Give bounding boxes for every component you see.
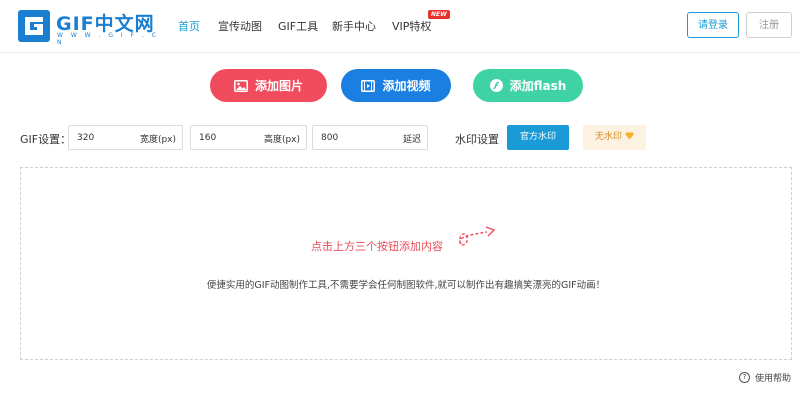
- width-input[interactable]: [77, 126, 127, 149]
- nav-item-promo-gifs[interactable]: 宣传动图: [218, 18, 262, 34]
- add-image-label: 添加图片: [254, 79, 303, 93]
- nav-item-beginner-center[interactable]: 新手中心: [332, 18, 376, 34]
- help-icon: ?: [739, 372, 750, 383]
- add-video-button[interactable]: 添加视频: [341, 69, 451, 102]
- film-icon: [361, 79, 376, 92]
- site-logo[interactable]: GIF中文网 W W W . G I F . C N: [18, 8, 168, 46]
- height-field: 高度(px): [190, 125, 307, 150]
- nav-item-gif-tools[interactable]: GIF工具: [278, 18, 318, 34]
- curved-arrow-icon: [459, 226, 496, 246]
- new-badge: NEW: [428, 10, 450, 19]
- upload-dropzone[interactable]: 点击上方三个按钮添加内容 便捷实用的GIF动图制作工具,不需要学会任何制图软件,…: [20, 167, 792, 360]
- diamond-icon: [625, 132, 634, 140]
- watermark-settings-label: 水印设置: [455, 133, 499, 146]
- delay-unit-label: 延迟: [402, 135, 421, 145]
- no-watermark-label: 无水印: [595, 132, 623, 142]
- dropzone-hint: 点击上方三个按钮添加内容: [311, 240, 443, 253]
- logo-mark-icon: [18, 10, 50, 42]
- width-field: 宽度(px): [68, 125, 183, 150]
- width-unit-label: 宽度(px): [139, 135, 176, 145]
- delay-field: 延迟: [312, 125, 428, 150]
- no-watermark-button[interactable]: 无水印: [583, 125, 646, 150]
- add-video-label: 添加视频: [382, 79, 431, 93]
- official-watermark-button[interactable]: 官方水印: [507, 125, 569, 150]
- gif-settings-label: GIF设置：: [20, 133, 72, 146]
- help-link[interactable]: ? 使用帮助: [739, 371, 791, 384]
- delay-input[interactable]: [321, 126, 371, 149]
- register-button[interactable]: 注册: [746, 12, 792, 38]
- login-button[interactable]: 请登录: [687, 12, 739, 38]
- help-label: 使用帮助: [755, 374, 792, 384]
- nav-item-home[interactable]: 首页: [178, 18, 200, 34]
- height-unit-label: 高度(px): [263, 135, 300, 145]
- nav-item-vip[interactable]: VIP特权: [392, 18, 431, 34]
- logo-subtext: W W W . G I F . C N: [57, 32, 159, 46]
- image-icon: [234, 79, 248, 92]
- add-flash-label: 添加flash: [509, 79, 567, 93]
- flash-icon: [489, 79, 503, 92]
- add-image-button[interactable]: 添加图片: [210, 69, 327, 102]
- height-input[interactable]: [199, 126, 249, 149]
- add-flash-button[interactable]: 添加flash: [473, 69, 583, 102]
- dropzone-description: 便捷实用的GIF动图制作工具,不需要学会任何制图软件,就可以制作出有趣搞笑漂亮的…: [206, 280, 606, 291]
- top-navigation-bar: GIF中文网 W W W . G I F . C N 首页 宣传动图 GIF工具…: [0, 0, 800, 53]
